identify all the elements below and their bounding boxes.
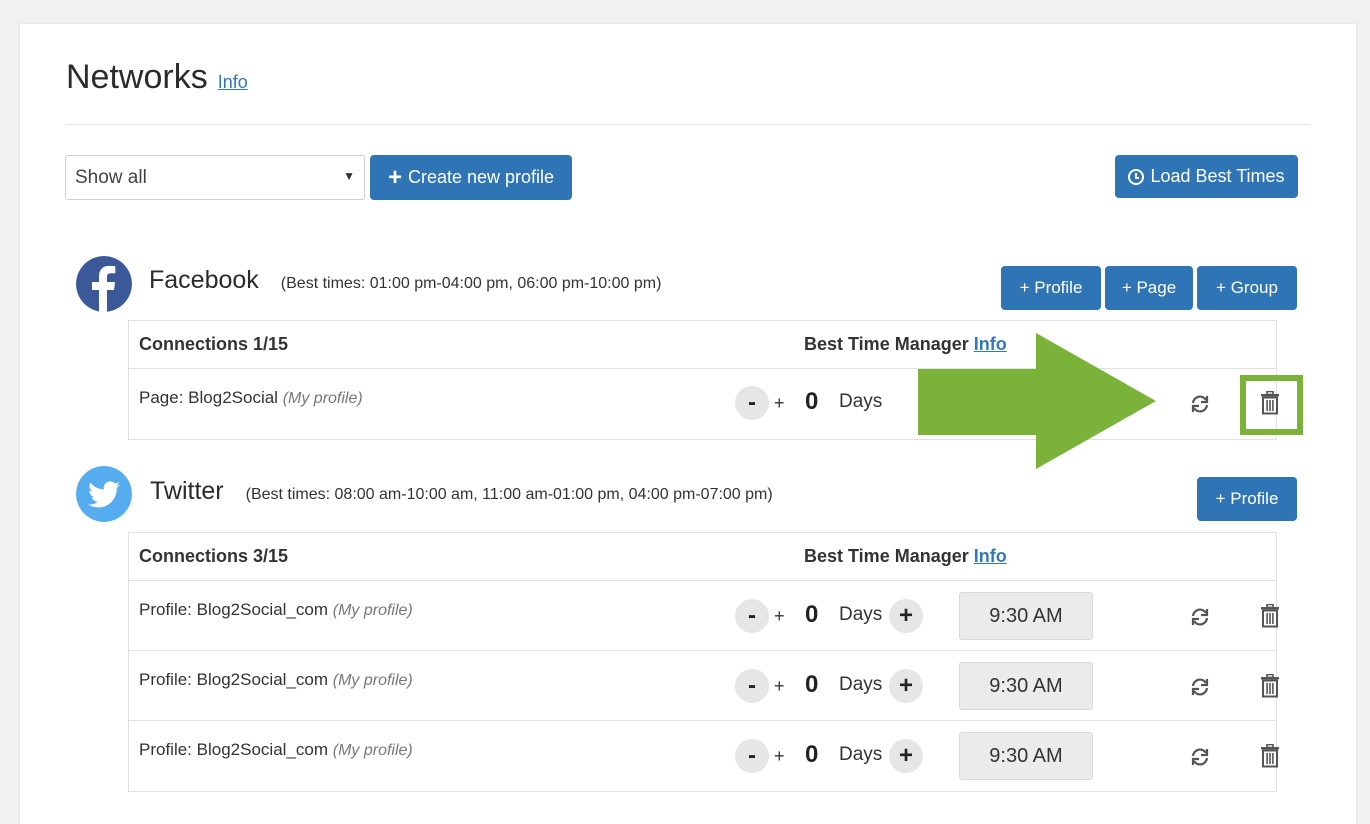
connection-name: Page: Blog2Social (My profile): [139, 388, 363, 408]
network-filter-select[interactable]: Show all ▼: [65, 155, 365, 200]
trash-icon[interactable]: [1260, 674, 1280, 698]
days-value: 0: [805, 671, 819, 698]
time-input[interactable]: 9:30 AM: [959, 732, 1093, 780]
load-best-times-label: Load Best Times: [1150, 166, 1285, 186]
connection-name: Profile: Blog2Social_com (My profile): [139, 670, 413, 690]
facebook-title-row: Facebook (Best times: 01:00 pm-04:00 pm,…: [149, 266, 661, 295]
connections-count: Connections 3/15: [139, 546, 289, 566]
twitter-title: Twitter: [150, 477, 224, 505]
table-row: Profile: Blog2Social_com (My profile) - …: [129, 651, 1279, 721]
best-time-manager-info-link[interactable]: Info: [974, 546, 1007, 566]
days-value: 0: [805, 601, 819, 628]
connection-type: Page:: [139, 388, 184, 407]
clock-icon: [1128, 168, 1145, 185]
facebook-add-group-button[interactable]: + Group: [1197, 266, 1297, 310]
days-label: Days: [839, 744, 883, 765]
days-minus-button[interactable]: -: [735, 739, 769, 773]
days-plus-button[interactable]: +: [889, 599, 923, 633]
divider: [66, 124, 1310, 125]
connections-count: Connections 1/15: [139, 334, 289, 354]
twitter-connections-table: Connections 3/15 Best Time Manager Info …: [128, 532, 1279, 792]
table-header: Connections 3/15 Best Time Manager Info: [129, 533, 1276, 581]
my-profile-tag: (My profile): [282, 390, 363, 407]
load-best-times-button[interactable]: Load Best Times: [1115, 155, 1298, 198]
connection-name: Profile: Blog2Social_com (My profile): [139, 740, 413, 760]
days-minus-button[interactable]: -: [735, 669, 769, 703]
connection-account: Blog2Social: [188, 388, 278, 407]
twitter-logo-icon: [76, 466, 132, 522]
twitter-add-profile-button[interactable]: + Profile: [1197, 477, 1297, 521]
days-plus-small-button[interactable]: +: [774, 676, 785, 697]
my-profile-tag: (My profile): [332, 672, 413, 689]
days-label: Days: [839, 391, 883, 412]
connection-account: Blog2Social_com: [196, 600, 329, 619]
table-row: Profile: Blog2Social_com (My profile) - …: [129, 581, 1279, 651]
days-plus-small-button[interactable]: +: [774, 746, 785, 767]
create-profile-label: Create new profile: [407, 167, 555, 187]
time-input[interactable]: 9:30 AM: [959, 662, 1093, 710]
facebook-add-page-button[interactable]: + Page: [1105, 266, 1193, 310]
connection-type: Profile:: [139, 670, 192, 689]
facebook-best-times: (Best times: 01:00 pm-04:00 pm, 06:00 pm…: [280, 275, 662, 292]
chevron-down-icon: ▼: [343, 169, 355, 183]
best-time-manager-label: Best Time Manager Info: [804, 546, 1007, 567]
title-row: Networks Info: [66, 58, 248, 97]
my-profile-tag: (My profile): [332, 602, 413, 619]
days-plus-button[interactable]: +: [889, 739, 923, 773]
connection-type: Profile:: [139, 600, 192, 619]
days-plus-small-button[interactable]: +: [774, 393, 785, 414]
title-info-link[interactable]: Info: [218, 72, 248, 93]
days-value: 0: [805, 741, 819, 768]
my-profile-tag: (My profile): [332, 742, 413, 759]
table-row: Profile: Blog2Social_com (My profile) - …: [129, 721, 1279, 791]
days-minus-button[interactable]: -: [735, 386, 769, 420]
annotation-arrow-icon: [918, 333, 1156, 469]
days-plus-button[interactable]: +: [889, 669, 923, 703]
twitter-title-row: Twitter (Best times: 08:00 am-10:00 am, …: [150, 477, 773, 506]
connection-account: Blog2Social_com: [196, 740, 329, 759]
connection-type: Profile:: [139, 740, 192, 759]
plus-icon: +: [387, 163, 402, 191]
twitter-best-times: (Best times: 08:00 am-10:00 am, 11:00 am…: [245, 486, 773, 503]
days-value: 0: [805, 388, 819, 415]
annotation-highlight-box: [1240, 375, 1303, 435]
facebook-title: Facebook: [149, 266, 259, 294]
connection-account: Blog2Social_com: [196, 670, 329, 689]
days-plus-small-button[interactable]: +: [774, 606, 785, 627]
filter-value: Show all: [75, 166, 147, 188]
connection-name: Profile: Blog2Social_com (My profile): [139, 600, 413, 620]
facebook-add-profile-button[interactable]: + Profile: [1001, 266, 1101, 310]
refresh-icon[interactable]: [1189, 606, 1211, 628]
days-minus-button[interactable]: -: [735, 599, 769, 633]
trash-icon[interactable]: [1260, 604, 1280, 628]
time-input[interactable]: 9:30 AM: [959, 592, 1093, 640]
days-label: Days: [839, 674, 883, 695]
best-time-manager-text: Best Time Manager: [804, 546, 969, 566]
refresh-icon[interactable]: [1189, 393, 1211, 415]
facebook-logo-icon: [76, 256, 132, 312]
page-title: Networks: [66, 58, 208, 96]
create-profile-button[interactable]: + Create new profile: [370, 155, 572, 200]
days-label: Days: [839, 604, 883, 625]
refresh-icon[interactable]: [1189, 746, 1211, 768]
refresh-icon[interactable]: [1189, 676, 1211, 698]
trash-icon[interactable]: [1260, 744, 1280, 768]
